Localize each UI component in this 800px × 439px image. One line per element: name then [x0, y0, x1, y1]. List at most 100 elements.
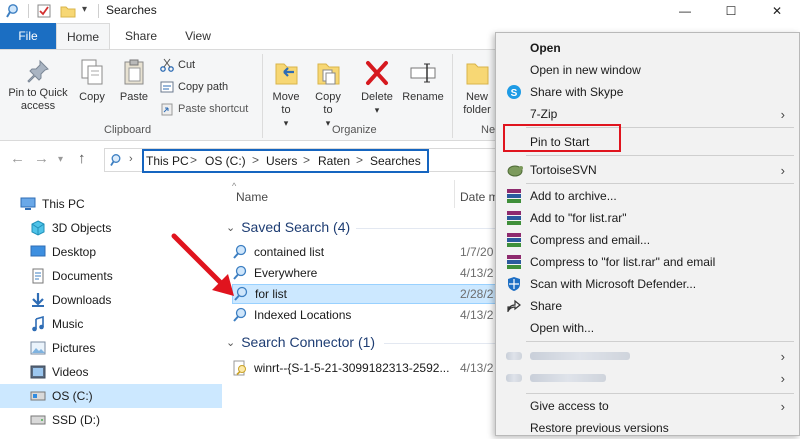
navigation-pane: This PC 3D Objects Desktop Documents Dow…: [0, 178, 222, 436]
menu-item-label: Open: [530, 41, 561, 55]
nav-item-pictures[interactable]: Pictures: [0, 336, 222, 360]
organize-group-label: Organize: [332, 124, 377, 136]
3d-objects-icon: [31, 220, 45, 236]
move-to-button[interactable]: Move to ▾: [268, 58, 304, 130]
delete-button[interactable]: Delete ▾: [356, 58, 398, 117]
up-arrow-icon[interactable]: ↑: [78, 150, 86, 167]
recent-locations-chevron-icon[interactable]: ▾: [58, 154, 63, 165]
file-row-winrt-connector[interactable]: winrt--{S-1-5-21-3099182313-2592... 4/13…: [232, 358, 500, 378]
copy-label: Copy: [79, 91, 105, 103]
menu-item-add-to-archive[interactable]: Add to archive...: [496, 185, 799, 207]
obscured-label: [530, 374, 606, 382]
breadcrumb-users[interactable]: Users: [266, 154, 297, 168]
new-folder-button[interactable]: New folder: [458, 58, 496, 117]
nav-item-os-c[interactable]: OS (C:): [0, 384, 222, 408]
paste-button[interactable]: Paste: [114, 58, 154, 104]
nav-item-label: Music: [52, 317, 84, 331]
submenu-arrow-icon: ›: [780, 348, 785, 364]
menu-item-add-to-for-list-rar[interactable]: Add to "for list.rar": [496, 207, 799, 229]
collapse-chevron-icon[interactable]: ⌄: [226, 336, 235, 349]
ribbon-group-separator: [262, 54, 263, 138]
breadcrumb-separator[interactable]: >: [356, 153, 363, 167]
file-name: Everywhere: [254, 266, 318, 280]
context-menu: Open Open in new window S Share with Sky…: [495, 32, 800, 436]
move-to-label: Move to: [272, 91, 300, 116]
nav-item-music[interactable]: Music: [0, 312, 222, 336]
menu-item-share[interactable]: Share: [496, 295, 799, 317]
menu-separator: [526, 393, 794, 394]
back-arrow-icon[interactable]: ←: [10, 150, 25, 167]
copy-path-button[interactable]: Copy path: [160, 80, 228, 94]
properties-icon[interactable]: [36, 3, 52, 22]
search-folder-icon[interactable]: [6, 3, 22, 22]
menu-item-share-with-skype[interactable]: S Share with Skype: [496, 81, 799, 103]
menu-item-obscured[interactable]: ›: [496, 367, 799, 389]
copy-path-icon: [160, 81, 174, 93]
pin-to-quick-access-button[interactable]: Pin to Quick access: [4, 58, 72, 113]
paste-shortcut-icon: [161, 103, 173, 116]
menu-item-give-access-to[interactable]: Give access to ›: [496, 395, 799, 417]
rename-button[interactable]: Rename: [400, 58, 446, 104]
address-root-chevron-icon[interactable]: ›: [129, 153, 133, 165]
menu-item-label: Add to "for list.rar": [530, 211, 627, 225]
copy-button[interactable]: Copy: [74, 58, 110, 104]
minimize-button[interactable]: —: [662, 0, 708, 22]
tab-view[interactable]: View: [172, 23, 224, 49]
copy-to-label: Copy to: [315, 91, 341, 116]
nav-item-ssd-d[interactable]: SSD (D:): [0, 408, 222, 432]
maximize-button[interactable]: ☐: [708, 0, 754, 22]
breadcrumb-os-c[interactable]: OS (C:): [205, 154, 246, 168]
new-group-label: Ne: [481, 124, 496, 136]
group-divider-line: [384, 343, 500, 344]
file-row-contained-list[interactable]: contained list 1/7/20: [232, 242, 500, 262]
copy-to-button[interactable]: Copy to ▾: [310, 58, 346, 130]
pictures-icon: [30, 341, 46, 355]
tab-home[interactable]: Home: [56, 23, 110, 50]
videos-icon: [30, 365, 46, 379]
paste-shortcut-button[interactable]: Paste shortcut: [160, 102, 248, 116]
breadcrumb-separator[interactable]: >: [252, 153, 259, 167]
new-folder-quick-icon[interactable]: [60, 3, 76, 22]
column-header-date[interactable]: Date m: [460, 190, 499, 204]
winrar-icon: [507, 211, 521, 225]
menu-item-compress-to-rar-and-email[interactable]: Compress to "for list.rar" and email: [496, 251, 799, 273]
file-row-for-list[interactable]: for list 2/28/2: [232, 284, 500, 304]
menu-item-open-with[interactable]: Open with...: [496, 317, 799, 339]
group-divider-line: [356, 228, 500, 229]
menu-item-scan-with-defender[interactable]: Scan with Microsoft Defender...: [496, 273, 799, 295]
forward-arrow-icon[interactable]: →: [34, 150, 49, 167]
rename-icon: [410, 63, 436, 83]
column-header-name[interactable]: Name: [236, 190, 268, 204]
menu-item-open-in-new-window[interactable]: Open in new window: [496, 59, 799, 81]
customize-quick-access-chevron-icon[interactable]: ▾: [82, 4, 87, 15]
submenu-arrow-icon: ›: [780, 370, 785, 386]
breadcrumb-separator[interactable]: >: [190, 153, 197, 167]
nav-item-label: Documents: [52, 269, 113, 283]
paste-shortcut-label: Paste shortcut: [178, 103, 249, 115]
tab-share[interactable]: Share: [112, 23, 170, 49]
group-header-search-connector[interactable]: ⌄ Search Connector (1): [226, 334, 375, 350]
svg-text:S: S: [511, 88, 518, 99]
breadcrumb-separator[interactable]: >: [303, 153, 310, 167]
menu-item-compress-and-email[interactable]: Compress and email...: [496, 229, 799, 251]
group-header-saved-search[interactable]: ⌄ Saved Search (4): [226, 219, 350, 235]
copy-path-label: Copy path: [178, 81, 229, 93]
menu-item-open[interactable]: Open: [496, 37, 799, 59]
breadcrumb-searches[interactable]: Searches: [370, 154, 421, 168]
file-row-indexed-locations[interactable]: Indexed Locations 4/13/2: [232, 305, 500, 325]
menu-item-label: Open in new window: [530, 63, 641, 77]
cut-button[interactable]: Cut: [160, 58, 195, 72]
close-button[interactable]: ✕: [754, 0, 800, 22]
breadcrumb-raten[interactable]: Raten: [318, 154, 350, 168]
nav-item-videos[interactable]: Videos: [0, 360, 222, 384]
breadcrumb-this-pc[interactable]: This PC: [146, 154, 189, 168]
menu-item-obscured[interactable]: ›: [496, 345, 799, 367]
nav-item-label: Pictures: [52, 341, 96, 355]
menu-item-tortoisesvn[interactable]: TortoiseSVN ›: [496, 159, 799, 181]
new-folder-label: New folder: [463, 91, 491, 116]
tab-file[interactable]: File: [0, 23, 56, 49]
file-row-everywhere[interactable]: Everywhere 4/13/2: [232, 263, 500, 283]
menu-item-7-zip[interactable]: 7-Zip ›: [496, 103, 799, 125]
nav-item-this-pc[interactable]: This PC: [0, 192, 222, 216]
obscured-icon: [506, 374, 522, 382]
